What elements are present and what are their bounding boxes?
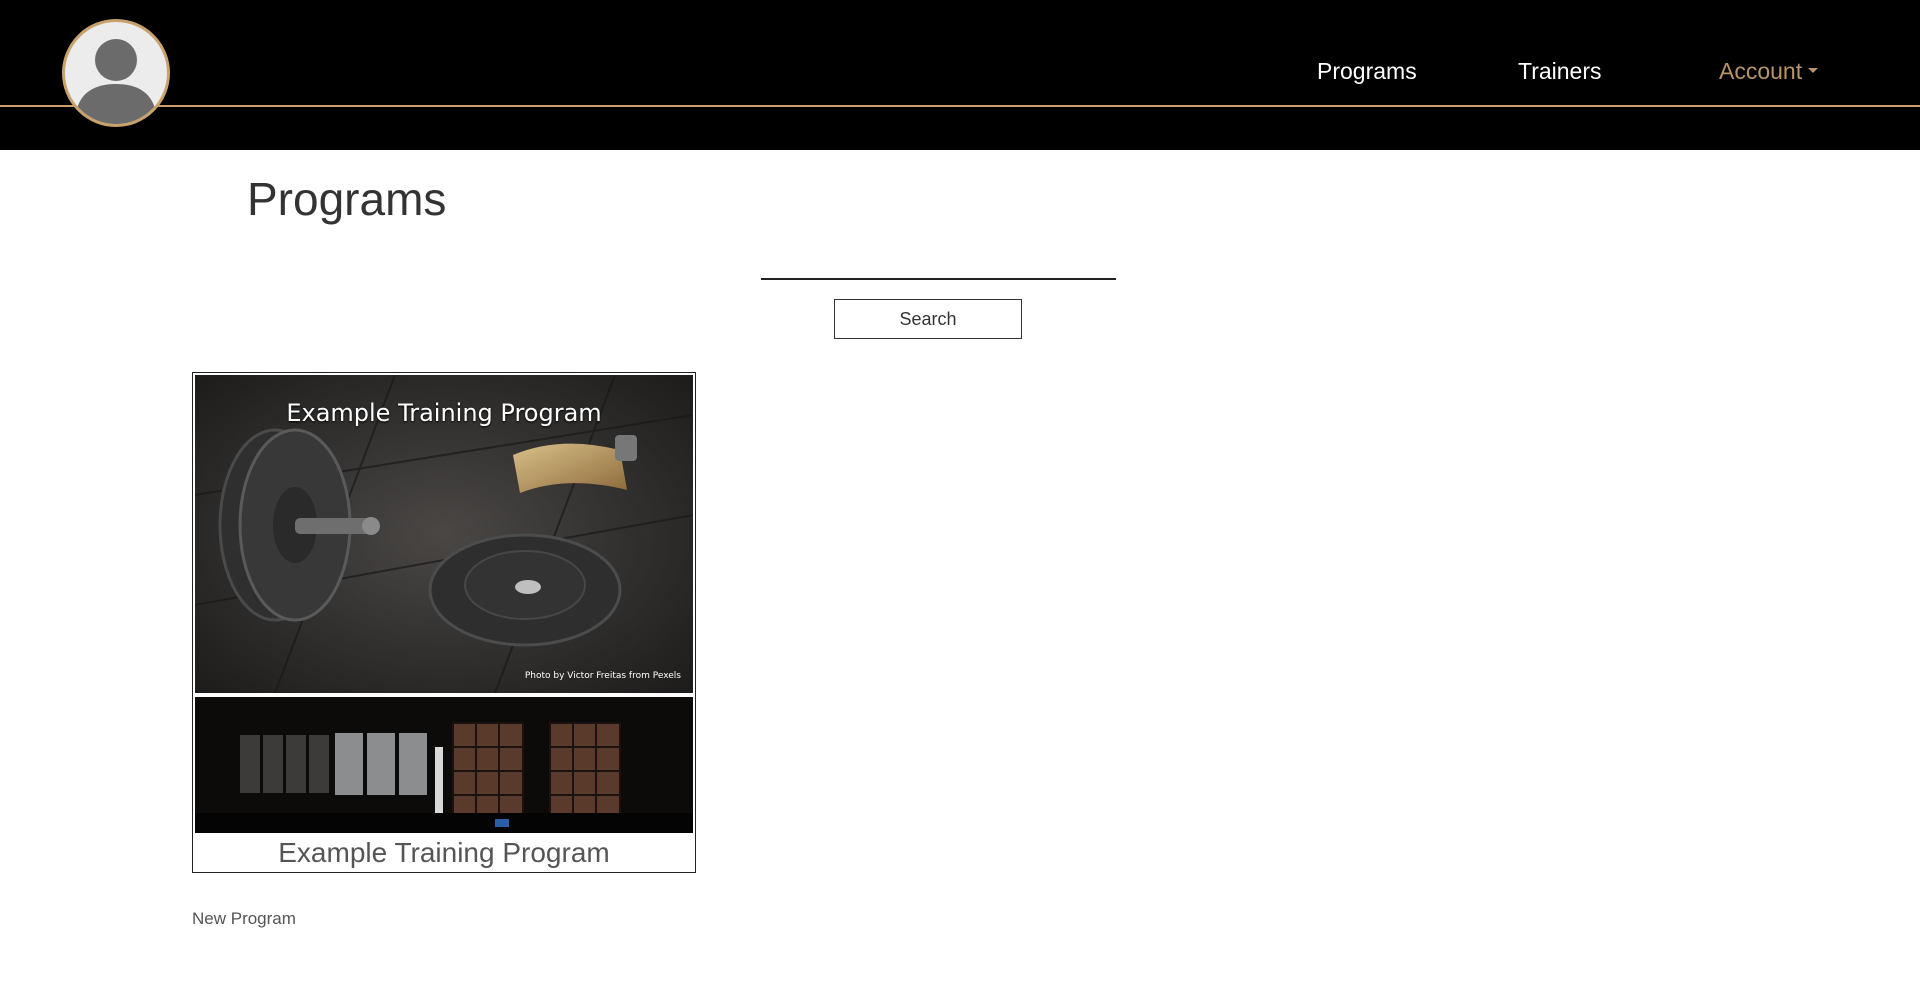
program-card[interactable]: Example Training Program Photo by Victor… (192, 372, 696, 873)
program-image-title: Example Training Program (286, 399, 602, 427)
program-cover-image: Example Training Program Photo by Victor… (195, 375, 693, 693)
avatar[interactable] (62, 19, 170, 127)
search-input[interactable] (761, 250, 1116, 280)
header-divider (0, 105, 1920, 107)
photo-credit: Photo by Victor Freitas from Pexels (524, 671, 681, 681)
nav-programs-link[interactable]: Programs (1317, 58, 1417, 85)
nav-trainers-link[interactable]: Trainers (1518, 58, 1602, 85)
nav-account-label: Account (1719, 58, 1803, 84)
page-title: Programs (247, 173, 447, 225)
nav-account-dropdown[interactable]: Account (1719, 58, 1819, 85)
new-program-link[interactable]: New Program (192, 909, 296, 929)
user-icon (75, 39, 157, 124)
gym-interior-illustration (195, 697, 693, 833)
search-button[interactable]: Search (834, 299, 1022, 339)
caret-down-icon (1808, 68, 1819, 74)
top-navigation-bar: Programs Trainers Account (0, 0, 1920, 150)
program-banner-image (195, 697, 693, 833)
program-card-title: Example Training Program (278, 837, 610, 868)
